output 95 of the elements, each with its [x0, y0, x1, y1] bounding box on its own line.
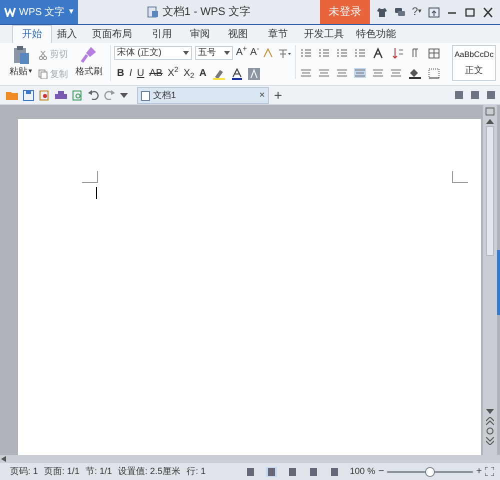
- decrease-indent-icon[interactable]: [336, 48, 348, 58]
- sort-icon[interactable]: [392, 47, 404, 59]
- shrink-font-button[interactable]: A$^{-}$: [250, 45, 260, 60]
- w-logo-icon: [4, 7, 16, 17]
- style-gallery-item[interactable]: AaBbCcDc 正文: [452, 45, 496, 81]
- ribbon-tab[interactable]: 开发工具: [298, 25, 350, 43]
- numbered-list-icon[interactable]: [318, 48, 330, 58]
- print-icon[interactable]: [55, 90, 67, 100]
- increase-indent-icon[interactable]: [354, 48, 366, 58]
- brush-icon: [80, 45, 98, 65]
- text-cursor: [96, 187, 97, 199]
- split-icon[interactable]: [485, 107, 495, 116]
- scroll-up-icon[interactable]: [486, 118, 494, 124]
- scroll-down-icon[interactable]: [486, 409, 494, 415]
- corner-mark-icon: [452, 171, 468, 183]
- underline-button[interactable]: U: [137, 66, 144, 81]
- previous-page-icon[interactable]: [486, 417, 494, 425]
- ribbon-tab[interactable]: 审阅: [182, 25, 218, 43]
- full-screen-view-icon[interactable]: [244, 466, 256, 476]
- redo-icon[interactable]: [104, 90, 115, 100]
- ribbon-tab[interactable]: 页面布局: [82, 25, 142, 43]
- status-field: 行: 1: [186, 464, 206, 478]
- status-field: 设置值: 2.5厘米: [118, 464, 181, 478]
- align-left-icon[interactable]: [300, 68, 312, 78]
- justify-icon[interactable]: [354, 68, 366, 78]
- ribbon-tab[interactable]: 特色功能: [350, 25, 402, 43]
- italic-button[interactable]: I: [129, 66, 132, 81]
- page-view-icon[interactable]: [266, 466, 277, 476]
- status-field: 节: 1/1: [86, 464, 112, 478]
- zoom-in-button[interactable]: +: [476, 464, 482, 479]
- close-icon[interactable]: [482, 6, 494, 18]
- document-icon: [141, 90, 150, 100]
- maximize-icon[interactable]: [464, 6, 476, 18]
- scissors-icon: [38, 50, 48, 60]
- document-icon: [147, 6, 158, 18]
- ribbon-tab[interactable]: 视图: [218, 25, 258, 43]
- scrollbar-thumb[interactable]: [486, 126, 494, 256]
- outline-view-icon[interactable]: [286, 466, 298, 476]
- undo-icon[interactable]: [88, 90, 99, 100]
- font-size-dropdown[interactable]: 五号: [195, 46, 233, 60]
- copy-icon: [38, 69, 48, 80]
- zoom-out-button[interactable]: −: [378, 464, 384, 479]
- bullet-list-icon[interactable]: [300, 48, 312, 58]
- horizontal-scrollbar[interactable]: [0, 455, 500, 463]
- ribbon-tab[interactable]: 插入: [52, 25, 82, 43]
- borders-icon[interactable]: [428, 68, 440, 78]
- caret-icon: [224, 50, 230, 54]
- close-tab-button[interactable]: ×: [259, 88, 265, 103]
- align-right-icon[interactable]: [336, 68, 348, 78]
- reading-view-icon[interactable]: [328, 466, 340, 476]
- highlighter-icon[interactable]: [212, 68, 226, 80]
- side-panel-handle[interactable]: [497, 250, 500, 315]
- status-field: 页面: 1/1: [44, 464, 80, 478]
- caret-icon[interactable]: [120, 92, 128, 98]
- character-shading-icon[interactable]: [248, 68, 260, 80]
- web-view-icon[interactable]: [308, 466, 319, 476]
- text-effect-button[interactable]: A: [199, 66, 207, 81]
- document-tab[interactable]: 文档1 ×: [137, 87, 269, 104]
- strikethrough-button[interactable]: AB: [149, 66, 163, 81]
- phonetic-icon[interactable]: [277, 46, 292, 58]
- save-icon[interactable]: [23, 90, 34, 100]
- fill-bucket-icon[interactable]: [408, 67, 422, 79]
- ribbon-tab[interactable]: 引用: [142, 25, 182, 43]
- line-spacing-icon[interactable]: [390, 68, 402, 78]
- corner-mark-icon: [82, 171, 98, 183]
- table-icon[interactable]: [428, 48, 440, 58]
- print-preview-icon[interactable]: [72, 90, 83, 100]
- superscript-button[interactable]: X$^{2}$: [168, 66, 178, 81]
- bold-button[interactable]: B: [117, 66, 124, 81]
- grow-font-button[interactable]: A$^{+}$: [236, 45, 248, 60]
- format-painter-button[interactable]: 格式刷: [72, 45, 106, 78]
- zoom-percentage: 100 %: [350, 464, 376, 478]
- pin-window-icon[interactable]: [428, 6, 440, 18]
- distribute-icon[interactable]: [372, 68, 384, 78]
- chat-icon[interactable]: [394, 6, 406, 18]
- status-field: 页码: 1: [10, 464, 38, 478]
- app-menu-button[interactable]: WPS 文字 ▾: [0, 0, 78, 24]
- new-tab-button[interactable]: +: [274, 88, 282, 102]
- caret-icon: ▾: [69, 5, 74, 19]
- vertical-scrollbar[interactable]: [483, 105, 497, 455]
- ribbon-tab[interactable]: 开始: [12, 25, 52, 43]
- clipboard-icon: [12, 45, 30, 65]
- shirt-icon[interactable]: [376, 6, 388, 18]
- next-page-icon[interactable]: [486, 437, 494, 445]
- align-center-icon[interactable]: [318, 68, 330, 78]
- font-color-icon[interactable]: [230, 68, 243, 80]
- ribbon-tab[interactable]: 章节: [258, 25, 298, 43]
- browse-object-icon[interactable]: [486, 427, 494, 435]
- window-title: 文档1 - WPS 文字: [162, 4, 250, 20]
- font-name-dropdown[interactable]: 宋体 (正文): [114, 46, 192, 60]
- zoom-slider-thumb[interactable]: [425, 466, 436, 476]
- export-pdf-icon[interactable]: [39, 90, 50, 100]
- subscript-button[interactable]: X$_{2}$: [183, 66, 194, 81]
- fit-window-icon[interactable]: [485, 467, 494, 476]
- caret-icon: [183, 50, 189, 54]
